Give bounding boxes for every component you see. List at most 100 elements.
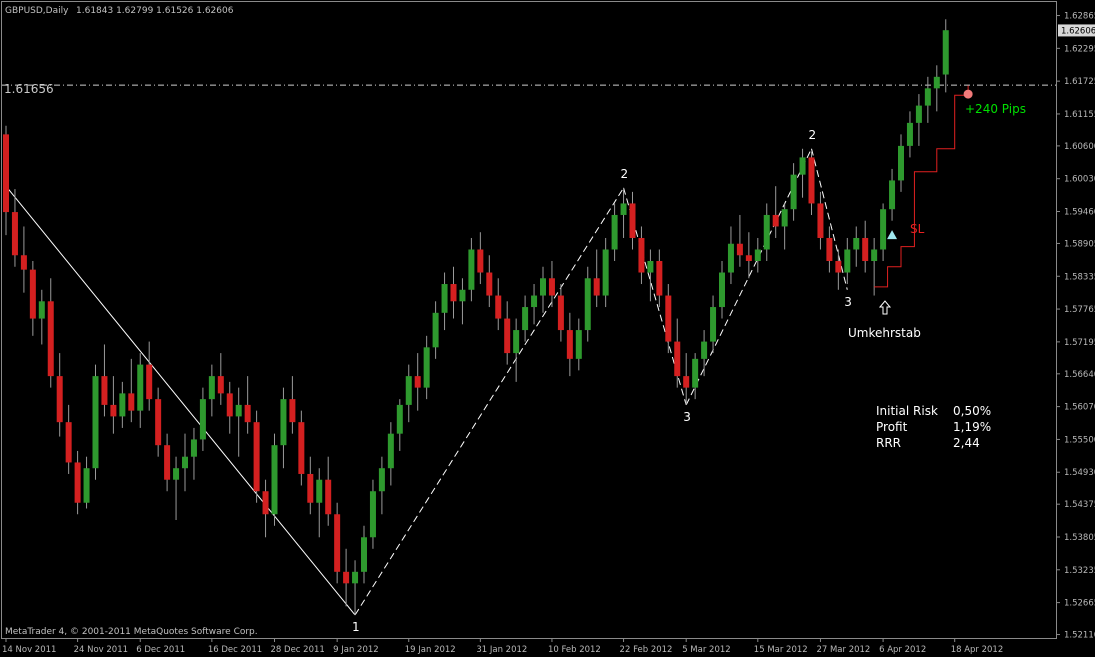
x-tick-label: 14 Nov 2011 bbox=[2, 645, 56, 655]
candle-body bbox=[47, 301, 54, 377]
candle-body bbox=[468, 249, 475, 290]
candle-body bbox=[164, 445, 171, 480]
candle-body bbox=[763, 214, 770, 250]
candle-body bbox=[745, 255, 752, 262]
x-tick-label: 15 Mar 2012 bbox=[754, 645, 808, 655]
x-tick-label: 19 Jan 2012 bbox=[405, 645, 456, 655]
candle-body bbox=[656, 261, 663, 296]
candle-body bbox=[441, 284, 448, 313]
candle-body bbox=[683, 376, 690, 388]
candle-body bbox=[566, 330, 573, 359]
symbol-label: GBPUSD,Daily bbox=[5, 6, 69, 16]
candle-body bbox=[620, 203, 627, 215]
candle-body bbox=[29, 269, 36, 319]
candle-body bbox=[871, 249, 878, 262]
stat-label: RRR bbox=[876, 436, 901, 450]
y-tick-label: 1.58905 bbox=[1064, 239, 1095, 249]
candle-body bbox=[799, 157, 806, 175]
x-tick-label: 16 Dec 2011 bbox=[208, 645, 262, 655]
candle-body bbox=[593, 278, 600, 296]
y-tick-label: 1.54930 bbox=[1064, 468, 1095, 478]
candle-body bbox=[190, 439, 197, 457]
signal-label: Umkehrstab bbox=[848, 326, 921, 340]
candle-body bbox=[199, 399, 206, 440]
candle-body bbox=[396, 404, 403, 434]
stat-value: 0,50% bbox=[953, 404, 991, 418]
candle-body bbox=[808, 157, 815, 204]
candle-body bbox=[244, 404, 251, 423]
x-tick-label: 31 Jan 2012 bbox=[476, 645, 527, 655]
current-price-label: 1.62606 bbox=[1061, 26, 1095, 36]
candle-body bbox=[790, 174, 797, 210]
candle-body bbox=[226, 393, 233, 417]
candle-body bbox=[924, 88, 931, 106]
y-tick-label: 1.52110 bbox=[1064, 631, 1095, 641]
price-chart[interactable]: GBPUSD,Daily 1.61843 1.62799 1.61526 1.6… bbox=[0, 0, 1095, 657]
candle-body bbox=[898, 145, 904, 181]
candle-body bbox=[361, 537, 367, 572]
candle-body bbox=[20, 255, 27, 270]
ohlc-readout: 1.61843 1.62799 1.61526 1.62606 bbox=[76, 6, 234, 16]
y-tick-label: 1.55500 bbox=[1064, 435, 1095, 445]
candle-body bbox=[522, 307, 529, 331]
y-tick-label: 1.58335 bbox=[1064, 272, 1095, 282]
candle-body bbox=[3, 134, 9, 213]
candle-body bbox=[146, 364, 153, 400]
candle-body bbox=[307, 473, 314, 503]
copyright-text: MetaTrader 4, © 2001-2011 MetaQuotes Sof… bbox=[5, 627, 258, 637]
y-tick-label: 1.54375 bbox=[1064, 500, 1095, 510]
wave-label: 2 bbox=[621, 167, 629, 181]
candle-body bbox=[754, 249, 761, 262]
candle-body bbox=[540, 278, 546, 296]
candle-body bbox=[92, 376, 99, 469]
candle-body bbox=[862, 237, 869, 262]
candle-body bbox=[65, 422, 72, 463]
x-tick-label: 5 Mar 2012 bbox=[682, 645, 730, 655]
candle-body bbox=[235, 404, 242, 417]
candle-body bbox=[280, 399, 287, 446]
candle-body bbox=[710, 307, 717, 342]
candle-body bbox=[110, 404, 117, 417]
candle-body bbox=[343, 571, 350, 584]
candle-body bbox=[880, 209, 887, 250]
candle-body bbox=[548, 278, 555, 296]
candle-body bbox=[119, 393, 126, 417]
candle-body bbox=[889, 180, 896, 210]
y-tick-label: 1.57195 bbox=[1064, 338, 1095, 348]
candle-body bbox=[128, 393, 135, 411]
candle-body bbox=[942, 30, 949, 75]
x-tick-label: 18 Apr 2012 bbox=[951, 645, 1004, 655]
candle-body bbox=[602, 249, 609, 296]
exit-circle-icon bbox=[963, 89, 973, 99]
candle-body bbox=[906, 122, 913, 146]
y-tick-label: 1.62295 bbox=[1064, 44, 1095, 54]
candle-body bbox=[262, 491, 269, 515]
candle-body bbox=[844, 249, 851, 273]
candle-body bbox=[182, 456, 188, 469]
candle-body bbox=[835, 261, 842, 273]
y-tick-label: 1.60030 bbox=[1064, 175, 1095, 185]
sl-label: SL bbox=[910, 222, 925, 236]
candle-body bbox=[38, 301, 45, 319]
candle-body bbox=[378, 468, 385, 492]
stat-label: Profit bbox=[876, 420, 908, 434]
candle-body bbox=[611, 214, 618, 250]
candle-body bbox=[208, 376, 215, 400]
candle-body bbox=[271, 445, 278, 515]
level-label: 1.61656 bbox=[4, 82, 54, 96]
candle-body bbox=[459, 289, 466, 302]
candle-body bbox=[933, 76, 940, 89]
profit-pips-label: +240 Pips bbox=[965, 102, 1026, 116]
y-tick-label: 1.56640 bbox=[1064, 370, 1095, 380]
candle-body bbox=[853, 237, 860, 250]
candle-body bbox=[155, 399, 162, 446]
candle-body bbox=[584, 278, 591, 331]
candle-body bbox=[387, 433, 394, 469]
candle-body bbox=[638, 237, 645, 273]
candle-body bbox=[432, 312, 439, 348]
candle-body bbox=[217, 376, 224, 394]
candle-body bbox=[772, 214, 779, 227]
candle-body bbox=[647, 261, 654, 273]
candle-body bbox=[334, 514, 341, 572]
wave-label: 2 bbox=[809, 128, 817, 142]
